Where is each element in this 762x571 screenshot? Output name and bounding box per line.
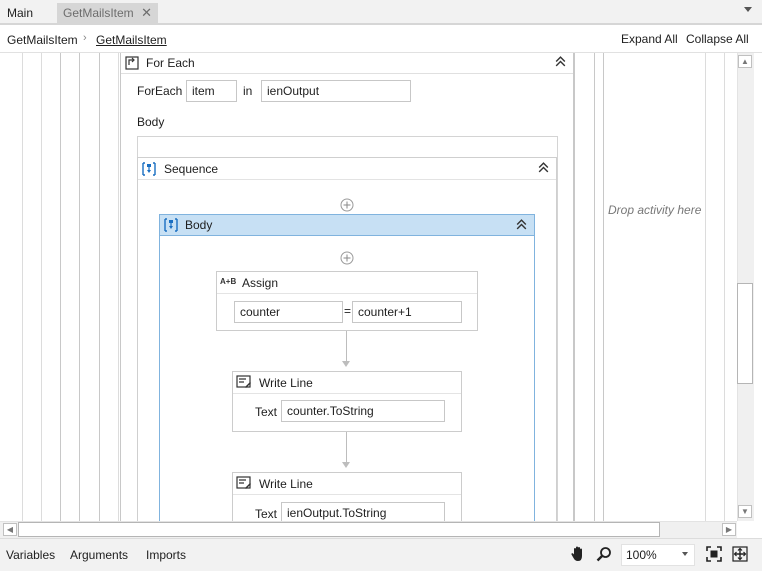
foreach-icon <box>125 56 139 70</box>
connector-line <box>346 432 347 464</box>
chevron-down-icon[interactable] <box>744 7 752 12</box>
zoom-level-value: 100% <box>626 548 657 562</box>
scroll-up-icon[interactable]: ▲ <box>738 55 752 68</box>
connector-line <box>346 331 347 363</box>
document-tab-strip: Main GetMailsItem ✕ <box>0 0 762 25</box>
close-icon[interactable]: ✕ <box>141 3 152 23</box>
chevron-right-icon: › <box>83 32 87 44</box>
container-edge <box>594 53 595 521</box>
writeline-activity-2[interactable]: Write Line Text ienOutput.ToString <box>232 472 462 521</box>
imports-tab[interactable]: Imports <box>146 548 186 562</box>
container-edge <box>60 53 61 521</box>
foreach-title: For Each <box>146 56 195 70</box>
body-label: Body <box>137 115 165 129</box>
container-edge <box>22 53 23 521</box>
container-edge <box>705 53 706 521</box>
vertical-scrollbar-thumb[interactable] <box>737 283 753 384</box>
drop-activity-hint[interactable]: Drop activity here <box>608 203 701 217</box>
assign-equals: = <box>344 304 352 318</box>
tab-getmailsitem[interactable]: GetMailsItem ✕ <box>57 3 158 24</box>
container-edge <box>41 53 42 521</box>
sequence-icon <box>164 218 178 232</box>
body-sequence-header[interactable]: Body <box>160 215 534 236</box>
overview-icon[interactable] <box>732 546 748 562</box>
writeline-header[interactable]: Write Line <box>233 473 461 495</box>
in-label: in <box>243 84 253 98</box>
assign-title: Assign <box>242 276 279 290</box>
text-label: Text <box>255 507 278 521</box>
body-sequence-title: Body <box>185 218 213 232</box>
container-edge <box>724 53 725 521</box>
sequence-icon <box>142 162 156 176</box>
writeline-activity-1[interactable]: Write Line Text counter.ToString <box>232 371 462 432</box>
connector-arrow <box>342 361 350 367</box>
designer-canvas: Drop activity here For Each ForEach item… <box>0 53 737 521</box>
sequence-header[interactable]: Sequence <box>138 158 556 180</box>
breadcrumb: GetMailsItem › GetMailsItem Expand All C… <box>0 27 762 53</box>
add-activity-icon[interactable] <box>340 198 354 212</box>
container-edge <box>603 53 604 521</box>
zoom-level-select[interactable]: 100% <box>621 544 695 566</box>
container-edge <box>79 53 80 521</box>
breadcrumb-current[interactable]: GetMailsItem <box>96 33 167 47</box>
container-edge <box>99 53 100 521</box>
chevron-down-icon <box>682 552 688 556</box>
designer-status-bar: Variables Arguments Imports 100% <box>0 538 762 571</box>
horizontal-scrollbar-thumb[interactable] <box>18 522 660 537</box>
collapse-icon[interactable] <box>537 161 550 174</box>
foreach-collection-field[interactable]: ienOutput <box>261 80 411 102</box>
collapse-all-button[interactable]: Collapse All <box>686 32 749 46</box>
text-label: Text <box>255 405 278 419</box>
writeline-icon <box>236 476 251 489</box>
writeline-text-field[interactable]: ienOutput.ToString <box>281 502 445 521</box>
tab-main[interactable]: Main <box>1 3 39 24</box>
hand-icon[interactable] <box>569 545 587 563</box>
foreach-header[interactable]: For Each <box>121 53 573 74</box>
assign-value-field[interactable]: counter+1 <box>352 301 462 323</box>
foreach-item-field[interactable]: item <box>186 80 237 102</box>
writeline-text-field[interactable]: counter.ToString <box>281 400 445 422</box>
arguments-tab[interactable]: Arguments <box>70 548 128 562</box>
assign-header[interactable]: A+B Assign <box>217 272 477 294</box>
add-activity-icon[interactable] <box>340 251 354 265</box>
expand-all-button[interactable]: Expand All <box>621 32 678 46</box>
tab-label: GetMailsItem <box>63 6 134 20</box>
container-edge <box>574 53 575 521</box>
writeline-icon <box>236 375 251 388</box>
sequence-title: Sequence <box>164 162 219 176</box>
assign-icon: A+B <box>220 277 237 286</box>
foreach-label: ForEach <box>137 84 183 98</box>
scroll-right-icon[interactable]: ▶ <box>722 523 736 536</box>
writeline-title: Write Line <box>259 376 313 390</box>
fit-to-screen-icon[interactable] <box>706 546 722 562</box>
connector-arrow <box>342 462 350 468</box>
assign-to-field[interactable]: counter <box>234 301 343 323</box>
breadcrumb-root[interactable]: GetMailsItem <box>7 33 78 47</box>
collapse-icon[interactable] <box>554 55 567 68</box>
writeline-title: Write Line <box>259 477 313 491</box>
variables-tab[interactable]: Variables <box>6 548 55 562</box>
container-edge <box>118 53 119 521</box>
writeline-header[interactable]: Write Line <box>233 372 461 394</box>
assign-activity[interactable]: A+B Assign counter = counter+1 <box>216 271 478 331</box>
scroll-down-icon[interactable]: ▼ <box>738 505 752 518</box>
collapse-icon[interactable] <box>515 218 528 231</box>
zoom-icon[interactable] <box>596 546 612 562</box>
scroll-left-icon[interactable]: ◀ <box>3 523 17 536</box>
